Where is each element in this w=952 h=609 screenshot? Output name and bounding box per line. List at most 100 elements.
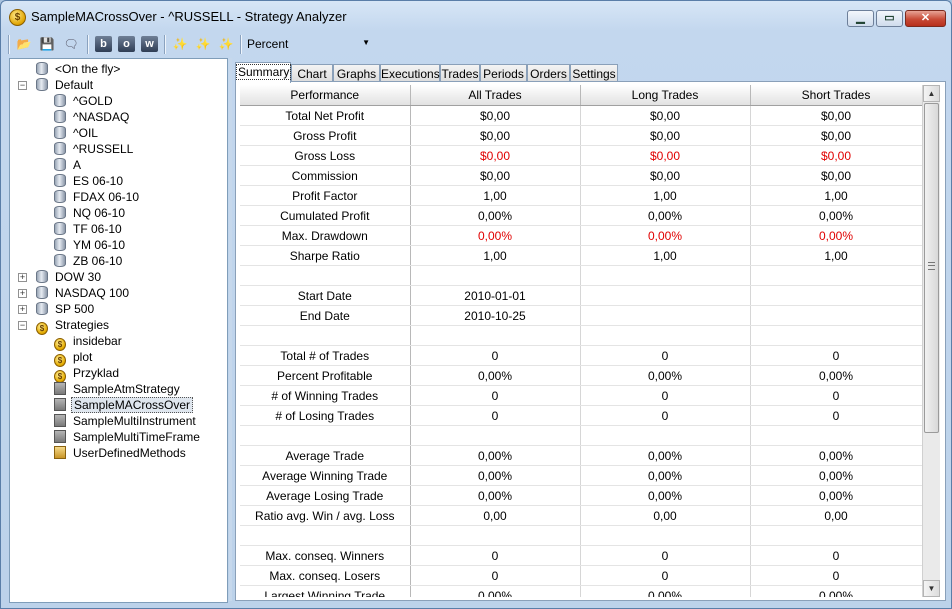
table-cell: $0,00 [580,125,751,146]
display-mode-value: Percent [247,37,289,51]
close-button[interactable]: ✕ [905,10,946,27]
tab-summary[interactable]: Summary [235,62,292,83]
tree-item[interactable]: A [54,157,83,173]
row-label: Max. conseq. Winners [240,545,411,566]
w-button[interactable]: w [141,36,158,52]
save-icon[interactable]: 💾 [38,35,56,53]
chat-icon[interactable]: 🗨 [62,35,80,53]
tree-item[interactable]: $ Strategies [36,317,111,335]
tree-item-label: DOW 30 [55,270,102,284]
tree-item[interactable]: ZB 06-10 [54,253,124,269]
maximize-button[interactable]: ▭ [876,10,903,27]
tree-item[interactable]: ^NASDAQ [54,109,131,125]
tree-item[interactable]: FDAX 06-10 [54,189,141,205]
tree-item-label: ^NASDAQ [73,110,130,124]
title-bar[interactable]: $ SampleMACrossOver - ^RUSSELL - Strateg… [1,1,951,29]
tree-item-label: SampleMultiTimeFrame [73,430,200,444]
o-button[interactable]: o [118,36,135,52]
tree-item[interactable]: SampleMultiTimeFrame [54,429,202,445]
close-icon: ✕ [920,12,931,24]
table-row: Gross Loss $0,00 $0,00 $0,00 [240,145,922,166]
scroll-up-button[interactable]: ▲ [923,85,940,102]
table-cell [750,305,922,326]
expand-icon[interactable]: + [18,289,27,298]
database-icon [54,206,66,219]
tree-item[interactable]: ^RUSSELL [54,141,135,157]
collapse-icon[interactable]: − [18,321,27,330]
table-cell: 0,00% [410,585,581,597]
table-row [240,525,922,546]
table-cell: 0 [750,545,922,566]
expand-icon[interactable]: + [18,305,27,314]
tree-item[interactable]: SP 500 [36,301,96,317]
tree-item[interactable]: ^GOLD [54,93,115,109]
tree-item-label: SP 500 [55,302,95,316]
column-header-performance[interactable]: Performance [240,85,411,106]
tree-item-label: ES 06-10 [73,174,124,188]
tree-item[interactable]: $ Przyklad [54,365,121,383]
collapse-icon[interactable]: − [18,81,27,90]
tab-settings[interactable]: Settings [570,64,618,82]
scroll-down-button[interactable]: ▼ [923,580,940,597]
tree-item[interactable]: DOW 30 [36,269,103,285]
table-cell: 0,00% [410,445,581,466]
tab-executions[interactable]: Executions [380,64,440,82]
database-icon [54,142,66,155]
table-cell: $0,00 [410,105,581,126]
display-mode-dropdown[interactable]: Percent ▼ [247,35,372,53]
table-cell: 0 [410,345,581,366]
tab-periods[interactable]: Periods [480,64,527,82]
tab-trades[interactable]: Trades [440,64,480,82]
row-label: Ratio avg. Win / avg. Loss [240,505,411,526]
tree-item[interactable]: Default [36,77,95,93]
tab-chart[interactable]: Chart [291,64,333,82]
row-label: Max. conseq. Losers [240,565,411,586]
tree-item[interactable]: TF 06-10 [54,221,124,237]
minimize-button[interactable]: ▁ [847,10,874,27]
tree-item[interactable]: NQ 06-10 [54,205,127,221]
wand-red-icon[interactable]: ✨ [217,35,235,53]
splitter[interactable] [229,58,232,601]
tree-item[interactable]: $ plot [54,349,94,367]
tab-graphs[interactable]: Graphs [333,64,380,82]
strategy-tree[interactable]: <On the fly> − Default ^GOLD ^NASDAQ ^OIL ^RUS… [9,58,228,603]
tab-label: Executions [381,67,440,81]
tree-item-label: Default [55,78,94,92]
summary-panel: Performance All Trades Long Trades Short Tr… [235,81,946,601]
tree-item[interactable]: SampleMultiInstrument [54,413,198,429]
table-cell: 0 [750,405,922,426]
row-label: Profit Factor [240,185,411,206]
toolbar-separator [240,35,242,54]
row-label [240,525,411,546]
tree-item-label: Strategies [55,318,110,332]
wand-sparkle-icon[interactable]: ✨ [194,35,212,53]
tree-item[interactable]: ES 06-10 [54,173,125,189]
tab-orders[interactable]: Orders [527,64,570,82]
column-header[interactable]: Long Trades [580,85,751,106]
tree-item[interactable]: SampleMACrossOver [54,397,194,413]
table-cell: 1,00 [750,245,922,266]
column-header[interactable]: All Trades [410,85,581,106]
table-row [240,325,922,346]
table-row: Cumulated Profit 0,00% 0,00% 0,00% [240,205,922,226]
table-cell: 0,00% [410,365,581,386]
tree-item[interactable]: ^OIL [54,125,100,141]
locked-strategy-icon [54,382,66,395]
tree-item[interactable]: NASDAQ 100 [36,285,131,301]
vertical-scrollbar[interactable]: ▲ ▼ [922,85,940,597]
scroll-thumb[interactable] [924,103,939,433]
tree-item[interactable]: $ insidebar [54,333,124,351]
minimize-icon: ▁ [856,12,865,24]
b-button[interactable]: b [95,36,112,52]
tree-item[interactable]: SampleAtmStrategy [54,381,182,397]
row-label: Total Net Profit [240,105,411,126]
row-label: Gross Profit [240,125,411,146]
open-icon[interactable]: 📂 [15,35,33,53]
tree-item[interactable]: YM 06-10 [54,237,127,253]
column-header[interactable]: Short Trades [750,85,922,106]
tree-item[interactable]: UserDefinedMethods [54,445,188,461]
table-cell: $0,00 [580,145,751,166]
expand-icon[interactable]: + [18,273,27,282]
wand-icon[interactable]: ✨ [171,35,189,53]
tree-item[interactable]: <On the fly> [36,61,122,77]
